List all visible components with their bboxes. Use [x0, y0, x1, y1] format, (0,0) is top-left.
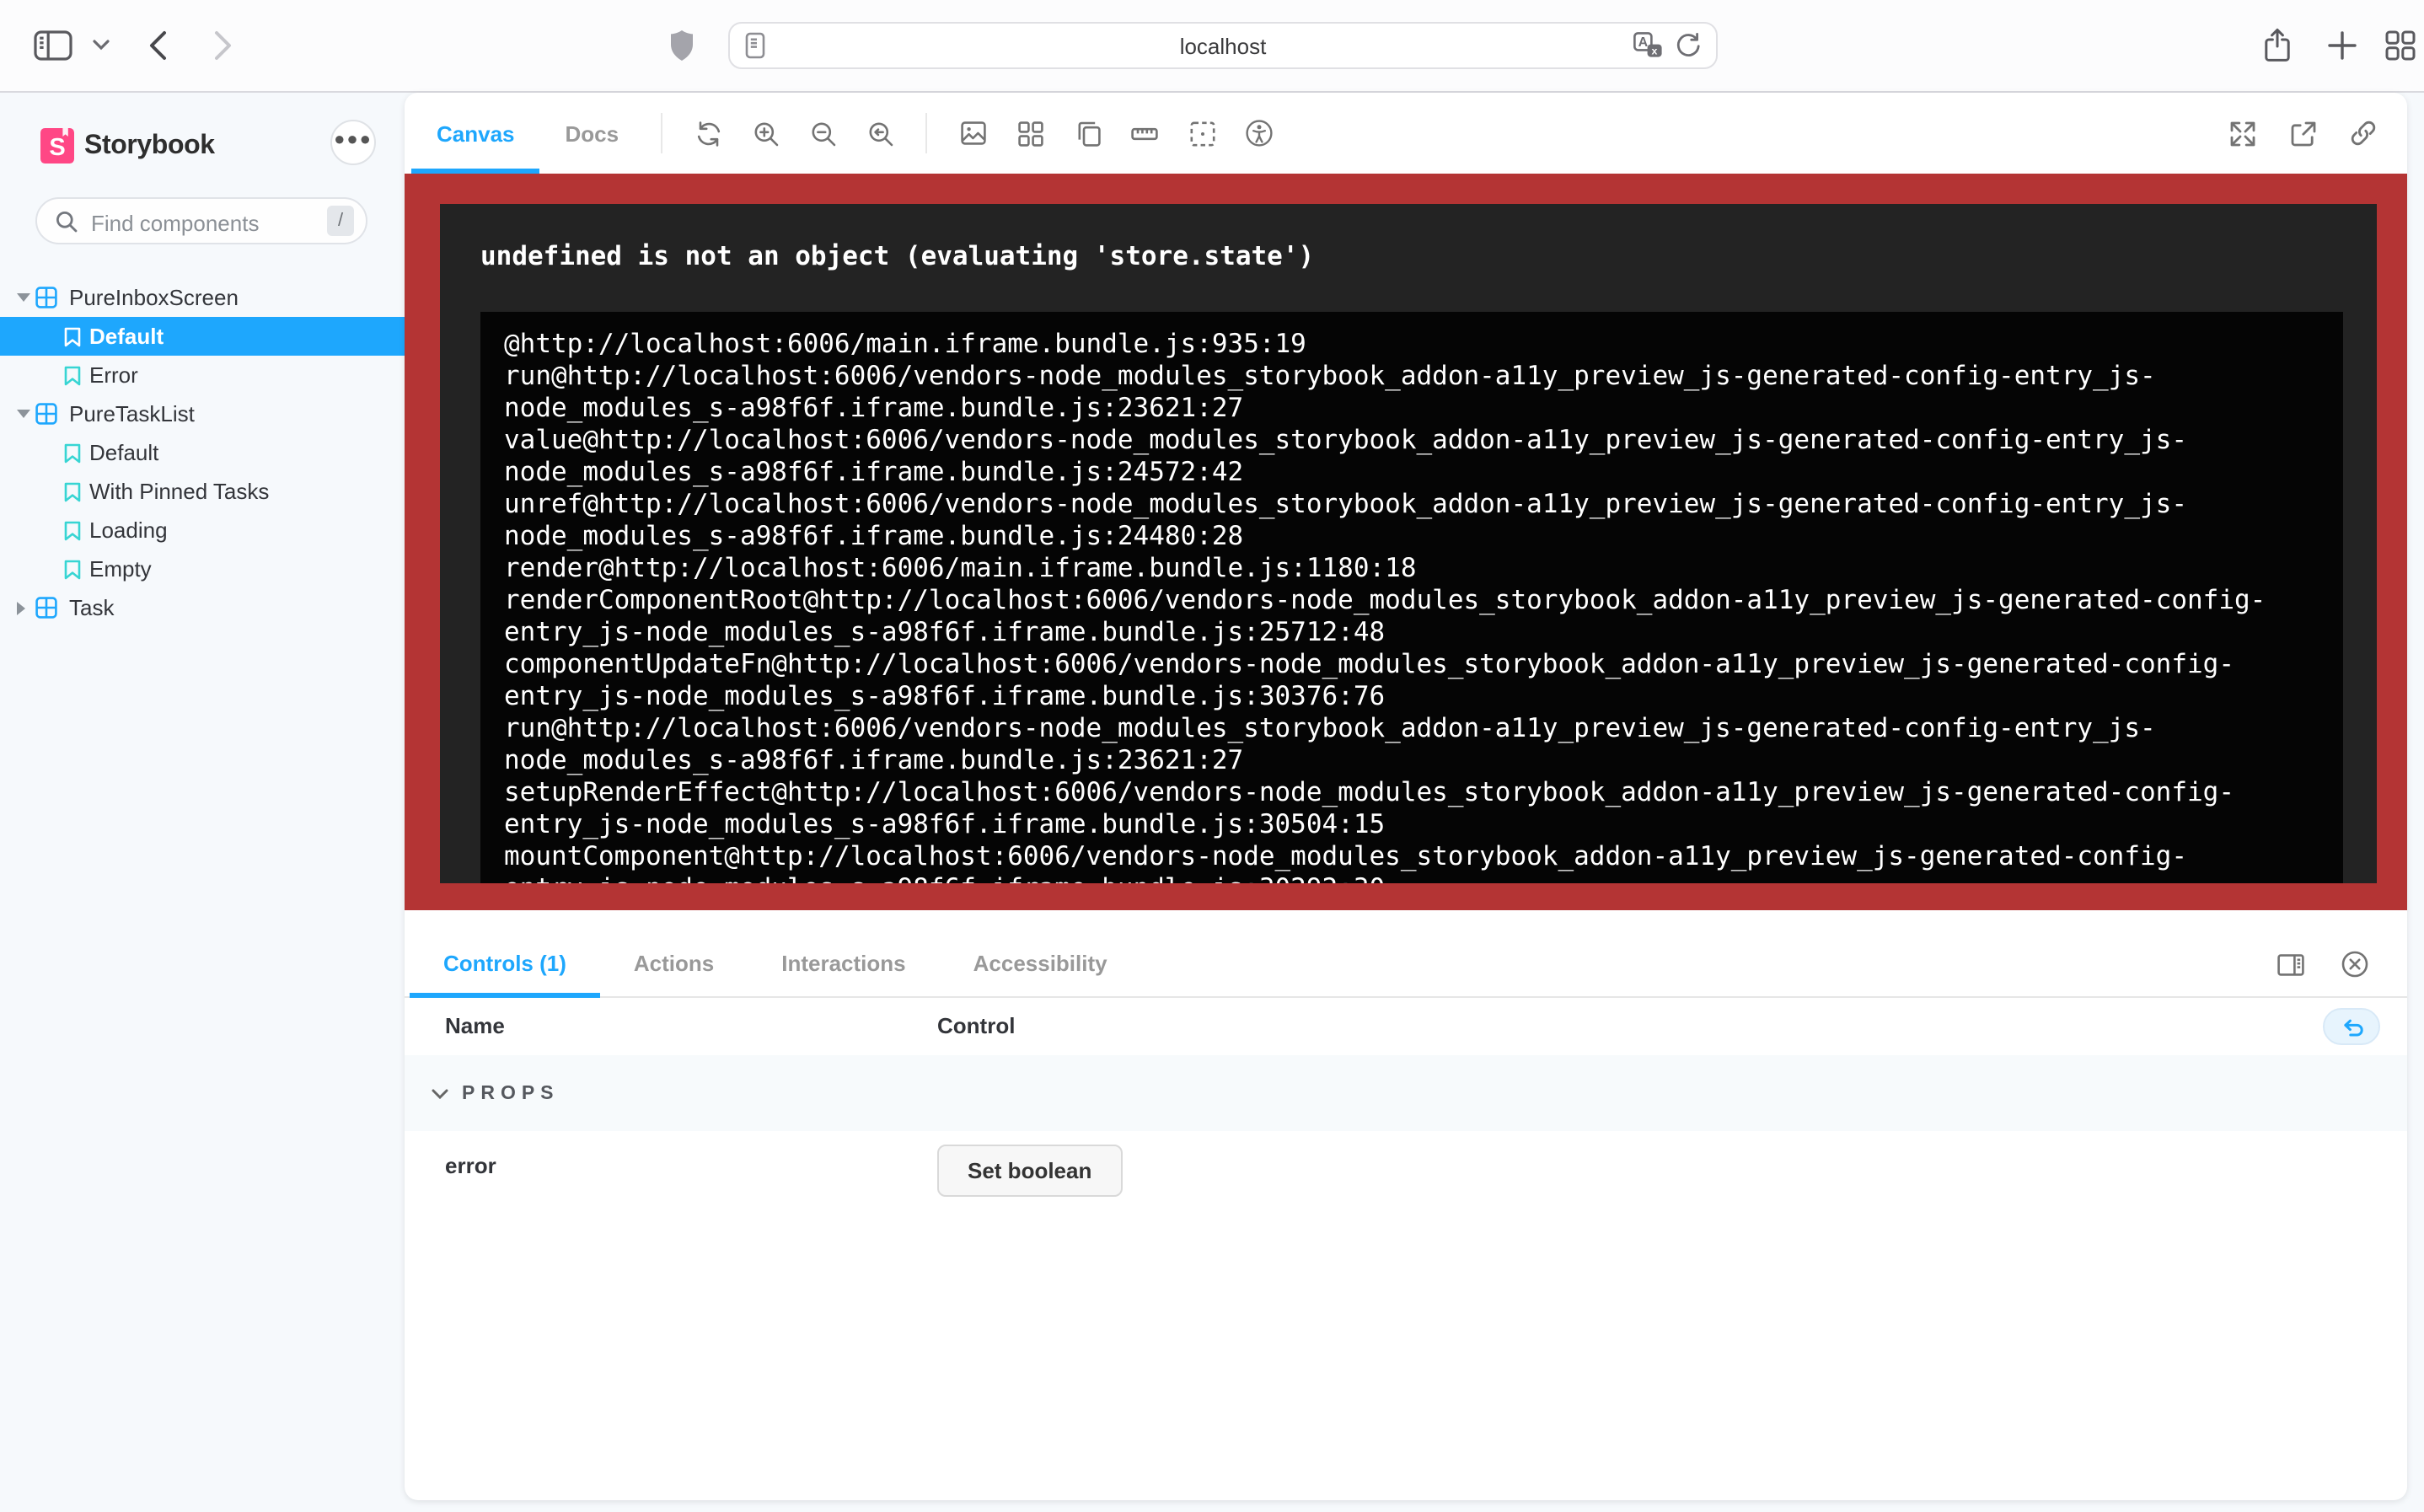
svg-text:A: A	[1638, 35, 1649, 50]
column-control: Control	[937, 1013, 1015, 1038]
ellipsis-icon: ●●●	[334, 131, 373, 150]
storybook-logo-icon[interactable]: S	[40, 128, 74, 164]
props-section-header[interactable]: PROPS	[405, 1055, 2407, 1131]
arg-row-error: error Set boolean	[405, 1131, 2407, 1239]
story-error-overlay: undefined is not an object (evaluating '…	[405, 174, 2407, 910]
remount-icon[interactable]	[683, 108, 733, 158]
component-icon	[35, 597, 57, 619]
search-icon	[56, 211, 78, 233]
sidebar-item-error[interactable]: Error	[0, 356, 405, 394]
tab-interactions[interactable]: Interactions	[748, 930, 939, 997]
search-box[interactable]: /	[35, 197, 367, 244]
address-bar[interactable]: localhost A x	[728, 22, 1718, 69]
tab-canvas[interactable]: Canvas	[411, 93, 540, 174]
story-bookmark-icon	[64, 559, 81, 579]
back-icon[interactable]	[148, 30, 167, 61]
tab-controls[interactable]: Controls (1)	[410, 930, 600, 997]
sidebar-item-with-pinned-tasks[interactable]: With Pinned Tasks	[0, 472, 405, 511]
svg-text:x: x	[1652, 45, 1658, 56]
error-stack-trace: @http://localhost:6006/main.iframe.bundl…	[480, 312, 2343, 883]
sidebar-item-puretasklist[interactable]: PureTaskList	[0, 394, 405, 433]
args-table-header: Name Control	[405, 998, 2407, 1057]
component-tree: PureInboxScreen Default Error	[0, 278, 405, 627]
tab-docs[interactable]: Docs	[540, 93, 645, 174]
caret-right-icon[interactable]	[17, 601, 30, 614]
sidebar: S Storybook ●●● /	[0, 93, 405, 1512]
translate-icon[interactable]: A x	[1633, 32, 1662, 59]
zoom-reset-icon[interactable]	[855, 108, 905, 158]
chevron-down-icon	[432, 1088, 448, 1098]
chevron-down-icon[interactable]	[93, 40, 110, 51]
storybook-app: localhost A x	[0, 0, 2424, 1512]
share-icon[interactable]	[2262, 28, 2293, 63]
zoom-out-icon[interactable]	[797, 108, 848, 158]
accessibility-icon[interactable]	[1234, 108, 1284, 158]
browser-toolbar: localhost A x	[0, 0, 2424, 93]
sidebar-menu-button[interactable]: ●●●	[330, 120, 376, 165]
outline-icon[interactable]	[1177, 108, 1227, 158]
story-bookmark-icon	[64, 481, 81, 501]
reset-controls-button[interactable]	[2323, 1008, 2380, 1045]
privacy-shield-icon[interactable]	[669, 29, 694, 62]
open-canvas-icon[interactable]	[2277, 108, 2328, 158]
new-tab-icon[interactable]	[2328, 31, 2357, 60]
addon-panel-tabs: Controls (1) Actions Interactions Access…	[405, 930, 2407, 998]
panel-position-icon[interactable]	[2266, 939, 2316, 989]
search-input[interactable]	[88, 201, 314, 244]
caret-down-icon[interactable]	[17, 293, 30, 302]
forward-icon[interactable]	[214, 30, 233, 61]
brand-row: S Storybook ●●●	[0, 93, 405, 187]
close-panel-icon[interactable]	[2330, 939, 2380, 989]
zoom-in-icon[interactable]	[740, 108, 791, 158]
component-icon	[35, 287, 57, 308]
window-icons	[2212, 108, 2394, 158]
grid-icon[interactable]	[1005, 108, 1055, 158]
panel-controls	[2259, 930, 2387, 998]
caret-down-icon[interactable]	[17, 410, 30, 418]
sidebar-toggle-icon[interactable]	[34, 30, 72, 61]
sidebar-item-default[interactable]: Default	[0, 433, 405, 472]
reload-icon[interactable]	[1676, 32, 1701, 59]
arg-name: error	[445, 1153, 496, 1178]
component-icon	[35, 403, 57, 425]
props-section-label: PROPS	[462, 1083, 560, 1103]
canvas-toolbar: Canvas Docs	[405, 93, 2407, 174]
sidebar-item-empty[interactable]: Empty	[0, 550, 405, 588]
story-bookmark-icon	[64, 326, 81, 346]
error-box: undefined is not an object (evaluating '…	[440, 204, 2377, 883]
error-title: undefined is not an object (evaluating '…	[480, 241, 2343, 271]
copy-link-icon[interactable]	[2338, 108, 2389, 158]
svg-text:S: S	[49, 134, 65, 161]
sidebar-item-pureinboxscreen[interactable]: PureInboxScreen	[0, 278, 405, 317]
tab-actions[interactable]: Actions	[600, 930, 748, 997]
undo-icon	[2341, 1017, 2362, 1036]
tab-overview-icon[interactable]	[2385, 30, 2416, 61]
measure-icon[interactable]	[1119, 108, 1170, 158]
sidebar-item-task[interactable]: Task	[0, 588, 405, 627]
brand-title: Storybook	[84, 131, 215, 162]
search-shortcut-badge: /	[327, 206, 354, 236]
story-bookmark-icon	[64, 365, 81, 385]
preview-card: Canvas Docs	[405, 93, 2407, 1500]
fullscreen-icon[interactable]	[2217, 108, 2267, 158]
toolbar-divider	[661, 113, 662, 153]
tab-accessibility[interactable]: Accessibility	[940, 930, 1141, 997]
sidebar-item-loading[interactable]: Loading	[0, 511, 405, 550]
viewport-icon[interactable]	[1062, 108, 1113, 158]
story-bookmark-icon	[64, 442, 81, 463]
background-icon[interactable]	[947, 108, 998, 158]
url-text: localhost	[730, 24, 1716, 67]
column-name: Name	[445, 1013, 505, 1038]
sidebar-item-default-selected[interactable]: Default	[0, 317, 405, 356]
set-boolean-button[interactable]: Set boolean	[937, 1145, 1122, 1197]
story-bookmark-icon	[64, 520, 81, 540]
toolbar-divider	[925, 113, 927, 153]
